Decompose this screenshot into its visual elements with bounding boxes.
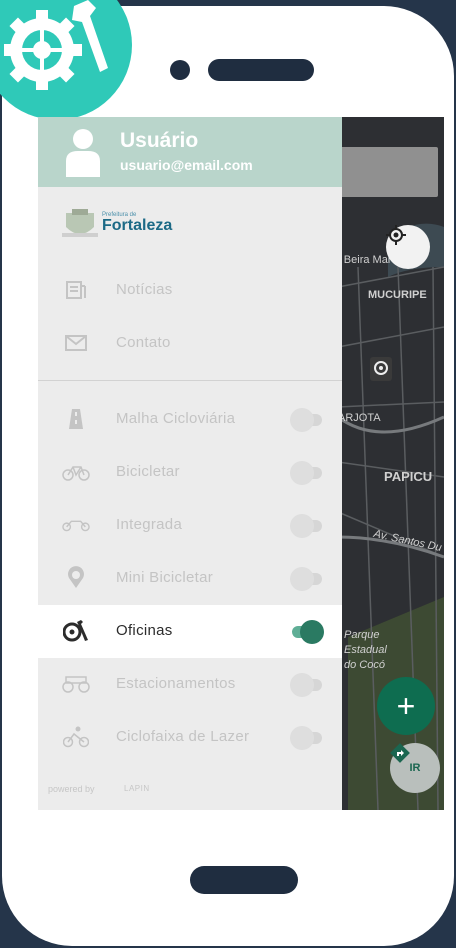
layer-toggle[interactable] [290,620,324,644]
tandem-bike-icon [62,513,90,537]
gear-wrench-icon [62,619,90,643]
layer-item-label: Bicicletar [116,463,180,480]
layer-item-integrada[interactable]: Integrada [38,499,342,552]
road-icon [62,407,90,431]
workshop-map-marker-icon[interactable] [370,357,392,381]
drawer-header: Usuário usuario@email.com [38,117,342,187]
map-search-bar[interactable] [340,147,438,197]
layer-item-malha-cicloviaria[interactable]: Malha Cicloviária [38,393,342,446]
navigation-drawer: Usuário usuario@email.com Prefeitura de … [38,117,342,810]
city-crest-icon [62,209,98,237]
cyclist-icon [62,725,90,749]
layer-item-label: Integrada [116,516,183,533]
menu-item-noticias[interactable]: Notícias [38,264,342,317]
camera-dot [170,60,190,80]
mail-icon [62,331,90,355]
powered-by-text: powered by [48,784,95,794]
map-label-mucuripe: MUCURIPE [368,289,427,301]
child-bike-icon [62,566,90,590]
speaker-bar [208,59,314,81]
layer-toggle[interactable] [290,461,324,485]
layer-item-label: Estacionamentos [116,675,236,692]
directions-label: IR [409,761,421,774]
add-button[interactable]: + [377,677,435,735]
lapin-logo: LAPIN [124,784,150,793]
map-label-papicu: PAPICU [384,469,433,484]
layer-toggle[interactable] [290,567,324,591]
layer-toggle[interactable] [290,408,324,432]
drawer-divider [38,380,342,381]
map-label-arjota: ARJOTA [338,412,381,424]
layer-item-label: Malha Cicloviária [116,410,236,427]
layer-item-label: Ciclofaixa de Lazer [116,728,250,745]
map-label-coco: do Cocó [344,659,385,671]
layer-toggle[interactable] [290,673,324,697]
layer-item-ciclofaixa-de-lazer[interactable]: Ciclofaixa de Lazer [38,711,342,764]
map-label-estadual: Estadual [344,644,387,656]
layer-toggle[interactable] [290,726,324,750]
layer-item-estacionamentos[interactable]: Estacionamentos [38,658,342,711]
bicycle-icon [62,460,90,484]
layer-item-label: Mini Bicicletar [116,569,214,586]
home-button [190,866,298,894]
user-email: usuario@email.com [120,157,253,173]
app-screen: v. Beira Mar MUCURIPE ARJOTA PAPICU Av. … [38,117,444,810]
prefeitura-big-text: Fortaleza [102,217,173,234]
gear-wrench-logo-icon [4,0,108,90]
menu-item-contato[interactable]: Contato [38,317,342,370]
layer-toggle[interactable] [290,514,324,538]
crosshair-icon [386,225,406,245]
layer-item-oficinas[interactable]: Oficinas [38,605,342,658]
directions-button[interactable]: IR [390,743,440,793]
user-name: Usuário [120,129,199,152]
prefeitura-logo: Prefeitura de Fortaleza [62,207,172,239]
menu-item-label: Contato [116,334,171,351]
menu-item-label: Notícias [116,281,173,298]
my-location-button[interactable] [386,225,430,269]
map-label-parque: Parque [344,629,380,641]
layer-item-mini-bicicletar[interactable]: Mini Bicicletar [38,552,342,605]
bike-parking-icon [62,672,90,696]
newspaper-icon [62,278,90,302]
directions-icon [390,743,410,763]
layer-item-bicicletar[interactable]: Bicicletar [38,446,342,499]
avatar-icon [66,129,100,177]
layer-item-label: Oficinas [116,622,173,639]
